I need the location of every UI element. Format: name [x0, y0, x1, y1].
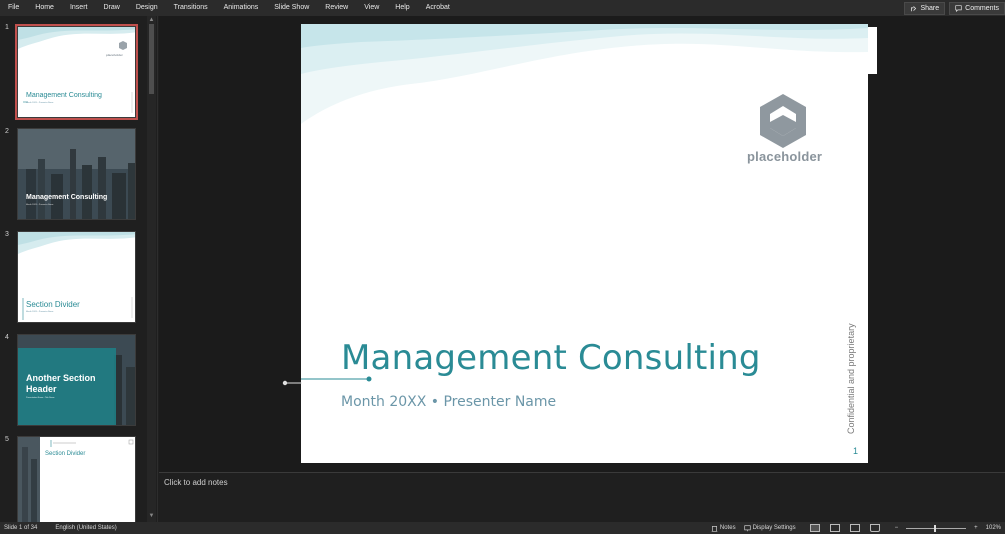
slide-edge-tab: [868, 27, 877, 74]
language-indicator[interactable]: English (United States): [51, 525, 120, 531]
confidential-text: Confidential and proprietary: [846, 323, 856, 434]
thumbnail-2-title: Management Consulting: [26, 194, 108, 201]
notes-icon: [711, 525, 718, 532]
comments-button[interactable]: Comments: [949, 1, 1005, 15]
slide-thumbnail-3[interactable]: Section Divider Month 20XX • Presenter N…: [17, 231, 136, 323]
comments-label: Comments: [965, 4, 999, 12]
share-icon: [911, 5, 917, 11]
thumbnail-4-subtitle: Presentation Name • Title Name: [26, 397, 55, 399]
notes-toggle-label: Notes: [719, 525, 736, 531]
zoom-level[interactable]: 102%: [982, 525, 1005, 531]
slide-thumbnail-4[interactable]: Another Section Header Presentation Name…: [17, 334, 136, 426]
thumbnail-number: 2: [5, 128, 9, 135]
slide-page-number: 1: [853, 446, 859, 456]
comment-icon: [955, 4, 962, 12]
status-bar: Slide 1 of 34 English (United States) No…: [0, 522, 1005, 534]
tab-file[interactable]: File: [0, 0, 27, 16]
thumbnail-number: 1: [5, 24, 9, 31]
reading-view-icon[interactable]: [849, 524, 860, 532]
slide-editor: placeholder Management Consulting Month …: [159, 16, 1005, 472]
monitor-icon: [743, 524, 751, 531]
thumbnail-1-background: [18, 27, 135, 113]
tab-slide-show[interactable]: Slide Show: [266, 0, 317, 16]
display-settings-button[interactable]: Display Settings: [740, 524, 800, 532]
tab-review[interactable]: Review: [317, 0, 356, 16]
tab-transitions[interactable]: Transitions: [166, 0, 216, 16]
thumbnail-4-title: Another Section Header: [26, 373, 96, 394]
slide-thumbnail-2[interactable]: Management Consulting Month 20XX • Prese…: [17, 128, 136, 220]
thumbnail-1-logo: placeholder: [106, 53, 123, 57]
notes-toggle-button[interactable]: Notes: [707, 525, 740, 532]
scrollbar-thumb[interactable]: [149, 24, 154, 94]
thumbnail-number: 3: [5, 231, 9, 238]
zoom-slider-knob[interactable]: [934, 524, 937, 532]
thumbnail-1-title: Management Consulting: [26, 92, 102, 99]
slide-counter: Slide 1 of 34: [4, 525, 38, 531]
connector-line: [282, 380, 302, 386]
tab-help[interactable]: Help: [387, 0, 417, 16]
share-label: Share: [920, 4, 940, 12]
thumbnail-3-background: [18, 232, 135, 320]
slide-subtitle[interactable]: Month 20XX • Presenter Name: [341, 394, 556, 410]
tab-design[interactable]: Design: [128, 0, 166, 16]
powerpoint-window: File Home Insert Draw Design Transitions…: [0, 0, 1005, 534]
thumbnail-5-title: Section Divider: [45, 451, 86, 457]
notes-pane[interactable]: Click to add notes: [159, 472, 1005, 522]
tab-view[interactable]: View: [356, 0, 387, 16]
thumbnail-3-subtitle: Month 20XX • Presenter Name: [26, 311, 54, 313]
zoom-slider[interactable]: [906, 524, 967, 532]
tab-home[interactable]: Home: [27, 0, 62, 16]
thumbnail-5-background: [18, 437, 134, 522]
slide-sorter-icon[interactable]: [829, 524, 840, 532]
tab-insert[interactable]: Insert: [62, 0, 96, 16]
zoom-out-button[interactable]: −: [891, 525, 903, 531]
share-button[interactable]: Share: [904, 1, 946, 15]
slide-thumbnail-pane: 1 Management Consulting Month 20XX • Pre…: [0, 16, 158, 522]
tab-animations[interactable]: Animations: [216, 0, 267, 16]
slide-title[interactable]: Management Consulting: [341, 338, 761, 378]
thumbnail-number: 5: [5, 436, 9, 443]
ribbon-tabs: File Home Insert Draw Design Transitions…: [0, 0, 1005, 16]
tab-acrobat[interactable]: Acrobat: [418, 0, 458, 16]
slideshow-view-icon[interactable]: [869, 524, 880, 532]
slide-thumbnail-1[interactable]: Management Consulting Month 20XX • Prese…: [15, 24, 138, 120]
logo-text: placeholder: [747, 149, 823, 164]
notes-placeholder[interactable]: Click to add notes: [164, 478, 228, 487]
placeholder-logo-icon: [760, 94, 806, 148]
thumbnail-2-subtitle: Month 20XX • Presenter Name: [26, 204, 54, 206]
slide-thumbnail-5[interactable]: Section Divider: [17, 436, 136, 522]
thumbnail-3-title: Section Divider: [26, 300, 80, 309]
zoom-in-button[interactable]: +: [970, 525, 982, 531]
thumbnail-2-city-image: [18, 129, 135, 219]
scroll-down-arrow[interactable]: ▼: [148, 513, 155, 520]
tab-draw[interactable]: Draw: [95, 0, 127, 16]
thumbnail-number: 4: [5, 334, 9, 341]
scroll-up-arrow[interactable]: ▲: [148, 17, 155, 24]
display-settings-label: Display Settings: [752, 525, 796, 531]
current-slide[interactable]: placeholder Management Consulting Month …: [301, 24, 868, 463]
thumbnail-1-subtitle: Month 20XX • Presenter Name: [26, 102, 54, 104]
thumbnail-scrollbar[interactable]: ▲ ▼: [147, 16, 156, 522]
normal-view-icon[interactable]: [809, 524, 820, 532]
